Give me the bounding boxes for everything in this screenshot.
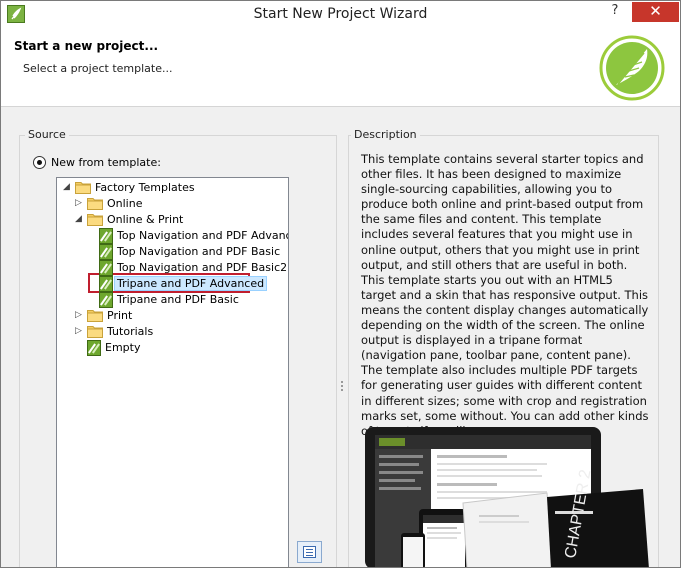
tree-item[interactable]: Top Navigation and PDF Advanced — [87, 228, 289, 244]
tree-item-label: Online — [107, 197, 143, 210]
template-preview-image: CHAPTER 2 — [365, 427, 649, 567]
pane-splitter[interactable] — [341, 381, 344, 395]
tree-item-label: Tutorials — [107, 325, 154, 338]
folder-icon — [87, 310, 103, 322]
tree-item[interactable]: Top Navigation and PDF Basic2 — [87, 260, 287, 276]
wizard-window: Start New Project Wizard ? ✕ Start a new… — [0, 0, 681, 568]
description-group-label: Description — [351, 128, 420, 141]
document-icon — [303, 546, 316, 558]
folder-icon — [87, 326, 103, 338]
source-group-label: Source — [25, 128, 69, 141]
folder-icon — [75, 182, 91, 194]
expand-arrow-icon[interactable]: ▷ — [75, 311, 84, 320]
tree-item[interactable]: Tripane and PDF Advanced — [87, 276, 287, 292]
tree-item[interactable]: ▷ Online — [75, 196, 287, 212]
template-feather-icon — [99, 244, 113, 260]
expand-arrow-icon[interactable]: ▷ — [75, 199, 84, 208]
tree-item-label: Tripane and PDF Basic — [117, 293, 239, 306]
radio-label: New from template: — [51, 156, 161, 169]
tree-item[interactable]: ▷ Print — [75, 308, 287, 324]
close-button[interactable]: ✕ — [632, 2, 679, 22]
wizard-header: Start a new project... Select a project … — [1, 27, 680, 107]
header-title: Start a new project... — [14, 39, 159, 53]
tree-item-label: Empty — [105, 341, 141, 354]
header-subtitle: Select a project template... — [23, 62, 173, 75]
flare-logo-icon — [599, 35, 665, 101]
window-title: Start New Project Wizard — [253, 6, 428, 22]
tree-item-label: Online & Print — [107, 213, 184, 226]
collapse-arrow-icon[interactable]: ◢ — [75, 215, 84, 224]
tree-item[interactable]: Empty — [75, 340, 287, 356]
tree-item[interactable]: ◢ Online & Print — [75, 212, 287, 228]
template-feather-icon — [99, 292, 113, 308]
tree-item-label: Top Navigation and PDF Advanced — [117, 229, 289, 242]
radio-button[interactable] — [33, 156, 46, 169]
template-feather-icon — [99, 260, 113, 276]
tree-item-label: Top Navigation and PDF Basic2 — [117, 261, 288, 274]
template-tree[interactable]: ◢ Factory Templates ▷ Online ◢ Online & Print… — [56, 177, 289, 567]
expand-arrow-icon[interactable]: ▷ — [75, 327, 84, 336]
tree-item-label: Top Navigation and PDF Basic — [117, 245, 281, 258]
template-feather-icon — [99, 276, 113, 292]
tree-item[interactable]: Tripane and PDF Basic — [87, 292, 287, 308]
title-bar: Start New Project Wizard ? ✕ — [1, 1, 680, 27]
template-info-button[interactable] — [297, 541, 322, 563]
tree-item-label: Print — [107, 309, 133, 322]
collapse-arrow-icon[interactable]: ◢ — [63, 183, 72, 192]
template-feather-icon — [87, 340, 101, 356]
tree-item[interactable]: ◢ Factory Templates — [63, 180, 287, 196]
tree-item-label: Factory Templates — [95, 181, 195, 194]
template-description: This template contains several starter t… — [361, 152, 649, 438]
help-button[interactable]: ? — [605, 3, 625, 21]
tree-item[interactable]: ▷ Tutorials — [75, 324, 287, 340]
folder-icon — [87, 198, 103, 210]
template-feather-icon — [99, 228, 113, 244]
tree-item-label: Tripane and PDF Advanced — [113, 276, 268, 291]
tree-item[interactable]: Top Navigation and PDF Basic — [87, 244, 287, 260]
folder-icon — [87, 214, 103, 226]
